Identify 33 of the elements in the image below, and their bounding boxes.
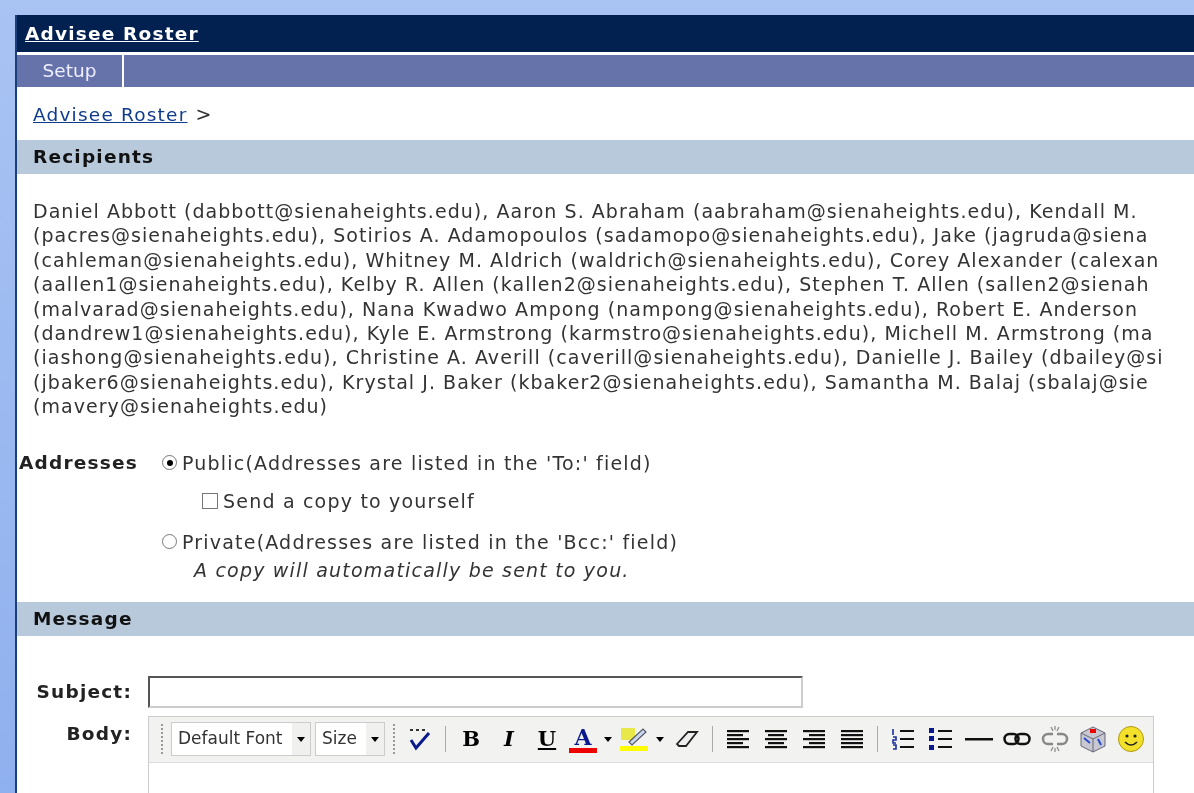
recipient-line: (aallen1@sienaheights.edu), Kelby R. Allen (kallen2@sienaheights.edu), Stephen T. Allen (sallen2@sienah (33, 272, 1150, 297)
recipient-line: (cahleman@sienaheights.edu), Whitney M. Aldrich (waldrich@sienaheights.edu), Corey Alexander (calexan (33, 247, 1160, 273)
section-header: Recipients (17, 140, 1194, 174)
radio-label: Public(Addresses are listed in the 'To:' field) (182, 450, 652, 476)
recipient-line: (iashong@sienaheights.edu), Christine A. Averill (caverill@sienaheights.edu), Danielle J. Bailey (dbailey@si (33, 345, 1164, 370)
radio-button[interactable] (162, 455, 177, 471)
breadcrumb-link[interactable]: Advisee Roster (33, 104, 188, 125)
recipient-line: (malvarad@sienaheights.edu), Nana Kwadwo Ampong (nampong@sienaheights.edu), Robert E. Anderson (33, 296, 1139, 322)
addresses-label: Addresses (19, 450, 139, 475)
page-title-link[interactable]: Advisee Roster (25, 19, 199, 48)
subject-label: Subject: (35, 679, 133, 704)
recipient-line: (dandrew1@sienaheights.edu), Kyle E. Armstrong (karmstro@sienaheights.edu), Michell M. Armstrong (ma (33, 321, 1154, 346)
caret-icon (371, 736, 379, 742)
checkbox-label: Send a copy to yourself (223, 489, 475, 515)
radio-button[interactable] (162, 534, 177, 550)
dropdown[interactable]: Size (315, 722, 385, 757)
checkbox[interactable] (202, 493, 218, 510)
note-text: A copy will automatically be sent to you. (192, 558, 631, 584)
dropdown[interactable]: Default Font (171, 722, 311, 757)
recipient-line: (pacres@sienaheights.edu), Sotirios A. Adamopoulos (sadamopo@sienaheights.edu), Jake (jagruda@siena (33, 223, 1149, 248)
recipient-line: Daniel Abbott (dabbott@sienaheights.edu), Aaron S. Abraham (aabraham@sienaheights.edu), Kendall M. (33, 199, 1138, 224)
recipient-line: (jbaker6@sienaheights.edu), Krystal J. Baker (kbaker2@sienaheights.edu), Samantha M. Balaj (sbalaj@sie (33, 369, 1149, 395)
italic-button[interactable]: I (492, 722, 526, 757)
font-color-button[interactable]: A (568, 722, 598, 757)
section-header: Message (17, 601, 1194, 636)
caret-icon (297, 736, 305, 742)
breadcrumb-separator: > (195, 103, 213, 125)
radio-label: Private(Addresses are listed in the 'Bcc:' field) (182, 529, 678, 555)
bold-button[interactable]: B (454, 722, 488, 757)
underline-button[interactable]: U (530, 722, 564, 757)
subject-field[interactable] (148, 675, 803, 708)
body-label: Body: (65, 721, 133, 746)
recipient-line: (mavery@sienaheights.edu) (33, 394, 329, 419)
